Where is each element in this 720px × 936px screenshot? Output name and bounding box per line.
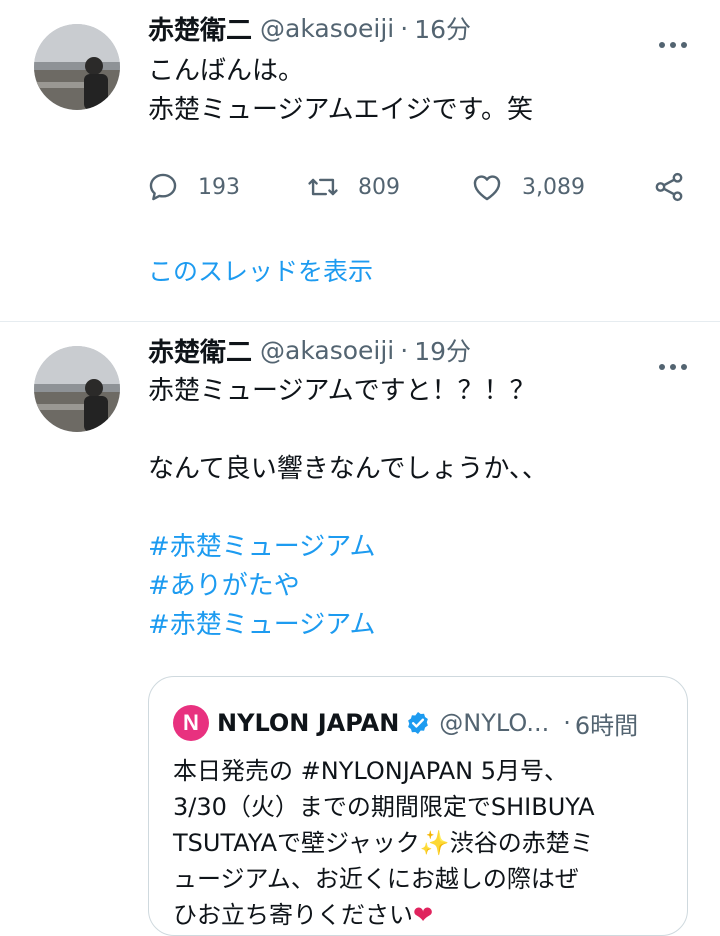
hashtag-link[interactable]: #赤楚ミュージアム [148,528,696,567]
tweet-text: こんばんは。 赤楚ミュージアムエイジです。笑 [148,52,696,130]
like-count: 3,089 [522,174,585,200]
quoted-text-segment: ひお立ち寄りください [173,901,413,929]
reply-count: 193 [198,174,240,200]
quoted-timestamp[interactable]: 6時間 [575,706,638,741]
quoted-text-line: ひお立ち寄りください❤ [173,897,663,933]
quoted-tweet-header: N NYLON JAPAN @NYLO... · 6時間 [173,705,663,741]
more-horizontal-icon [659,364,687,370]
sparkles-emoji: ✨ [419,829,450,857]
tweet-text-line: 赤楚ミュージアムエイジです。笑 [148,95,534,125]
timestamp[interactable]: 16分 [414,10,471,46]
tweet-text-line: こんばんは。 [148,56,305,86]
more-options-button[interactable] [658,30,688,60]
author-handle[interactable]: @akasoeiji [260,336,394,365]
tweet-text-line: なんて良い響きなんでしょうか、、 [148,454,548,484]
author-name[interactable]: 赤楚衛二 [148,332,252,369]
tweet-header: 赤楚衛二 @akasoeiji · 19分 [148,322,696,368]
quoted-author-name[interactable]: NYLON JAPAN [217,709,399,737]
separator-dot: · [400,13,409,43]
more-options-button[interactable] [658,352,688,382]
timestamp[interactable]: 19分 [414,332,471,368]
retweet-count: 809 [358,174,400,200]
tweet-header: 赤楚衛二 @akasoeiji · 16分 [148,0,696,46]
heart-icon [473,175,501,201]
more-horizontal-icon [659,42,687,48]
verified-badge-icon [408,711,429,735]
quoted-text-line: 3/30（火）までの期間限定でSHIBUYA [173,793,595,821]
retweet-icon [308,178,338,196]
reply-button[interactable]: 193 [146,170,240,204]
quoted-tweet-text: 本日発売の #NYLONJAPAN 5月号、 3/30（火）までの期間限定でSH… [173,753,663,933]
nylon-japan-logo[interactable]: N [173,705,209,741]
retweet-button[interactable]: 809 [306,170,400,204]
reply-icon [149,173,177,201]
author-name[interactable]: 赤楚衛二 [148,10,252,47]
author-handle[interactable]: @akasoeiji [260,14,394,43]
tweet-text: 赤楚ミュージアムですと！？！？ なんて良い響きなんでしょうか、、 #赤楚ミュージ… [148,372,696,645]
avatar-photo [34,346,120,432]
avatar[interactable] [34,346,120,432]
separator-dot: · [400,335,409,365]
share-button[interactable] [652,170,686,204]
show-thread-link[interactable]: このスレッドを表示 [148,252,373,288]
quoted-text-line: TSUTAYAで壁ジャック✨渋谷の赤楚ミ [173,825,663,861]
like-button[interactable]: 3,089 [470,170,585,204]
avatar-photo [34,24,120,110]
hashtag-link[interactable]: #赤楚ミュージアム [148,606,696,645]
tweet-text-line: 赤楚ミュージアムですと！？！？ [148,376,536,406]
quoted-text-line: ュージアム、お近くにお越しの際はぜ [173,865,579,893]
quoted-author-handle[interactable]: @NYLO... [439,709,549,737]
separator-dot: · [563,709,571,737]
quoted-text-segment: 渋谷の赤楚ミ [449,829,594,857]
share-icon [655,172,683,202]
tweet[interactable]: 赤楚衛二 @akasoeiji · 16分 こんばんは。 赤楚ミュージアムエイジ… [0,0,720,322]
quoted-text-line: 本日発売の #NYLONJAPAN 5月号、 [173,757,568,785]
quoted-tweet-card[interactable]: N NYLON JAPAN @NYLO... · 6時間 本日発売の #NYLO… [148,676,688,936]
avatar[interactable] [34,24,120,110]
hashtag-link[interactable]: #ありがたや [148,567,696,606]
quoted-text-segment: TSUTAYAで壁ジャック [173,829,420,857]
heart-emoji: ❤ [413,901,434,929]
